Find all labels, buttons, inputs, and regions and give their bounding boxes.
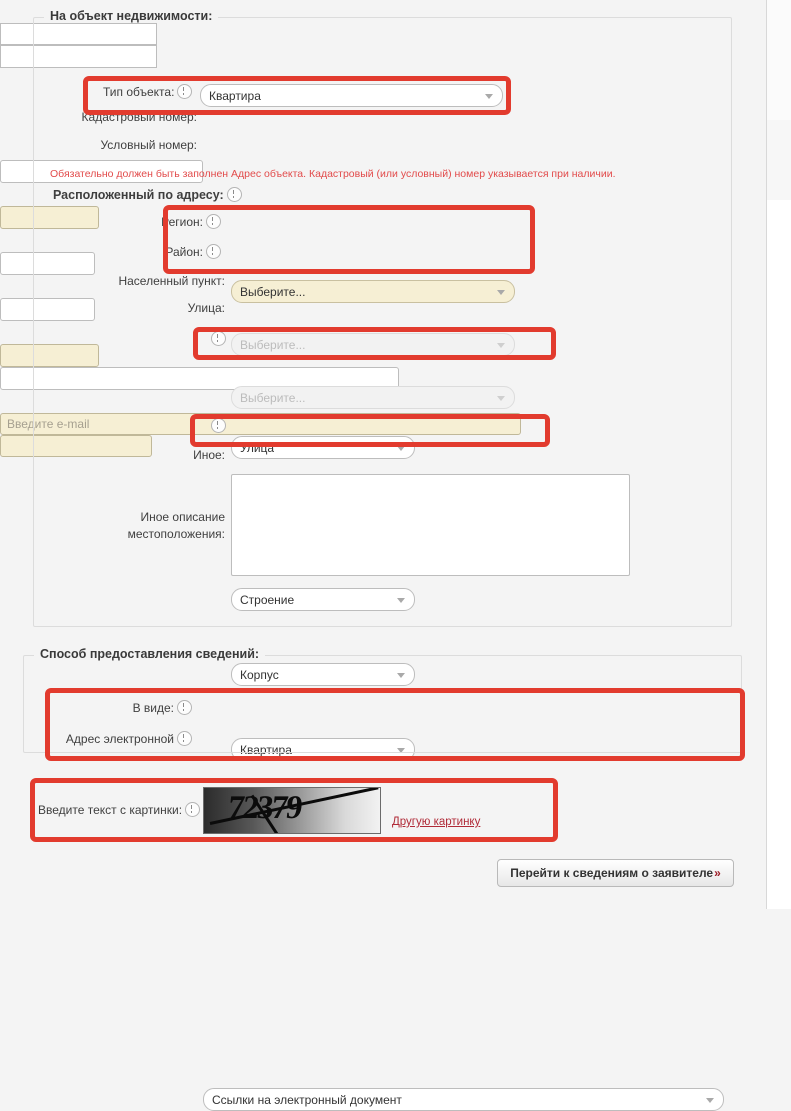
region-row: Регион: — [100, 214, 225, 229]
email-label: Адрес электронной — [65, 731, 174, 746]
chevron-down-icon — [397, 597, 405, 603]
building-type-select[interactable]: Строение — [231, 588, 415, 611]
locality-select[interactable]: Выберите... — [231, 386, 515, 409]
captcha-label: Введите текст с картинки: — [38, 802, 183, 817]
address-heading-label: Расположенный по адресу: — [53, 187, 224, 202]
info-icon[interactable] — [211, 331, 226, 346]
locality-row: Населенный пункт: — [90, 274, 225, 288]
page-right-shade-mid — [767, 120, 791, 200]
house-row — [208, 331, 230, 346]
submit-button-chevron: » — [714, 866, 721, 880]
district-row: Район: — [100, 244, 225, 259]
other-label: Иное: — [193, 448, 225, 462]
district-select[interactable]: Выберите... — [231, 333, 515, 356]
object-type-label: Тип объекта: — [103, 84, 175, 99]
building-type-value: Строение — [240, 592, 295, 607]
chevron-down-icon — [706, 1097, 714, 1103]
district-value: Выберите... — [240, 337, 306, 352]
captcha-image: 72379 — [203, 787, 381, 834]
other-row: Иное: — [130, 448, 225, 462]
object-type-row: Тип объекта: — [103, 84, 196, 99]
street-label: Улица: — [187, 301, 225, 315]
email-row: Адрес электронной — [66, 731, 196, 746]
other-description-label: Иное описание местоположения: — [120, 509, 225, 543]
region-select[interactable]: Выберите... — [231, 280, 515, 303]
conditional-number-label: Условный номер: — [100, 138, 197, 152]
chevron-down-icon — [485, 93, 493, 99]
region-value: Выберите... — [240, 284, 306, 299]
submit-button-label: Перейти к сведениям о заявителе — [510, 866, 714, 880]
street-row: Улица: — [120, 301, 225, 315]
other-description-label-line2: местоположения: — [127, 527, 225, 541]
info-icon[interactable] — [177, 84, 193, 99]
other-description-label-line1: Иное описание — [140, 510, 226, 524]
chevron-down-icon — [497, 395, 505, 401]
info-icon[interactable] — [185, 802, 201, 817]
page-right-shade-top — [767, 0, 791, 120]
submit-button[interactable]: Перейти к сведениям о заявителе» — [497, 859, 734, 887]
street-type-value: Улица — [240, 440, 275, 455]
form-canvas: На объект недвижимости: Тип объекта: Ква… — [0, 0, 766, 1111]
address-heading-row: Расположенный по адресу: — [53, 187, 246, 202]
cadastral-number-label: Кадастровый номер: — [81, 110, 197, 124]
delivery-form-select[interactable]: Ссылки на электронный документ — [203, 1088, 724, 1111]
captcha-row: Введите текст с картинки: — [38, 802, 204, 817]
street-type-select[interactable]: Улица — [231, 436, 415, 459]
locality-label: Населенный пункт: — [118, 274, 225, 288]
object-type-select[interactable]: Квартира — [200, 84, 503, 107]
form-label: В виде: — [132, 700, 174, 715]
delivery-form-value: Ссылки на электронный документ — [212, 1092, 402, 1107]
form-row: В виде: — [100, 700, 196, 715]
info-icon[interactable] — [206, 214, 221, 229]
flat-row — [208, 418, 230, 433]
chevron-down-icon — [497, 342, 505, 348]
other-description-textarea[interactable] — [231, 474, 630, 576]
method-fieldset-legend: Способ предоставления сведений: — [34, 647, 266, 661]
district-label: Район: — [165, 244, 203, 259]
info-icon[interactable] — [206, 244, 221, 259]
object-type-value: Квартира — [209, 88, 261, 103]
address-required-warning: Обязательно должен быть заполнен Адрес о… — [50, 168, 616, 180]
chevron-down-icon — [397, 445, 405, 451]
captcha-image-text: 72379 — [226, 790, 303, 826]
info-icon[interactable] — [211, 418, 226, 433]
info-icon[interactable] — [226, 187, 242, 202]
locality-value: Выберите... — [240, 390, 306, 405]
region-label: Регион: — [161, 214, 203, 229]
captcha-refresh-link[interactable]: Другую картинку — [392, 816, 480, 828]
conditional-number-row: Условный номер: — [63, 138, 197, 152]
info-icon[interactable] — [177, 700, 192, 715]
chevron-down-icon — [497, 289, 505, 295]
cadastral-number-row: Кадастровый номер: — [63, 110, 197, 124]
info-icon[interactable] — [177, 731, 192, 746]
object-fieldset-legend: На объект недвижимости: — [44, 9, 219, 23]
